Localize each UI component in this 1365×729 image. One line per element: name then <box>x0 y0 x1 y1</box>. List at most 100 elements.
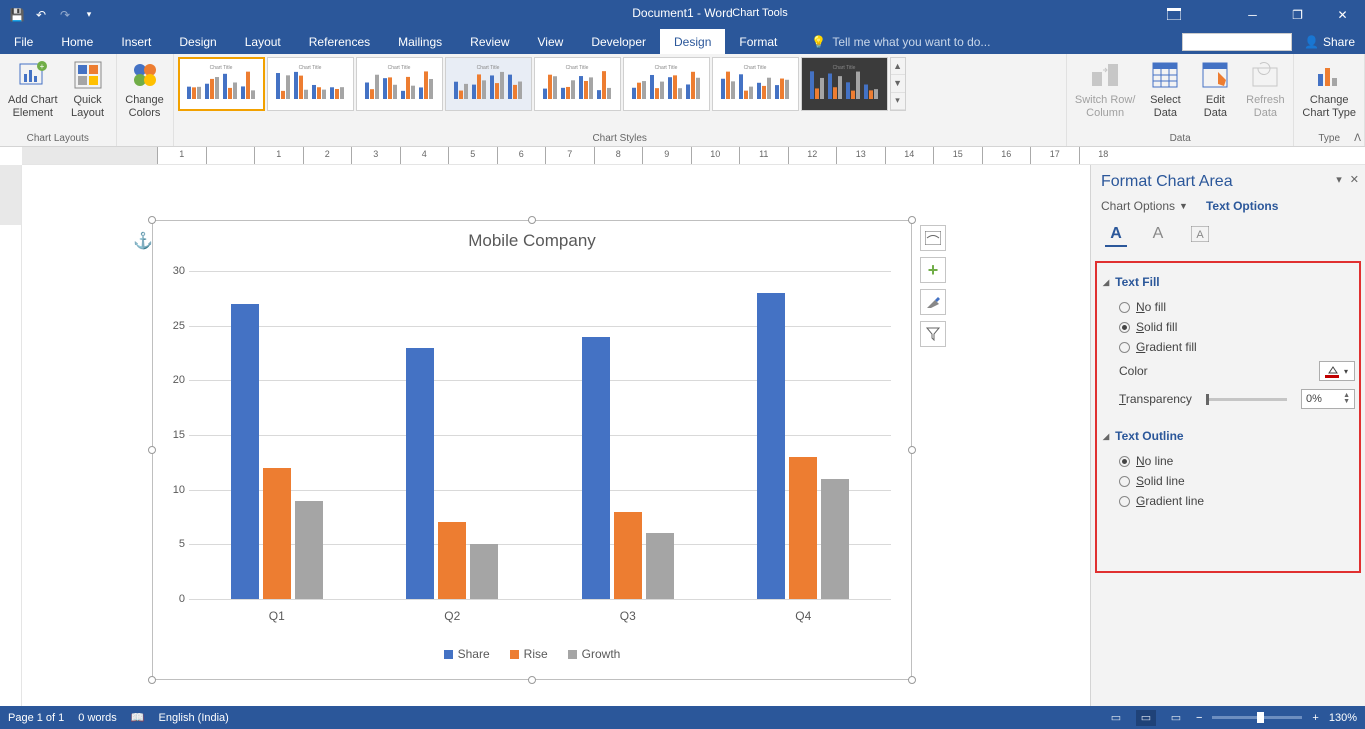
bar-rise-q3[interactable] <box>614 512 642 599</box>
resize-handle-nw[interactable] <box>148 216 156 224</box>
document-page[interactable]: ⚓ Mobile Company 051015202530 Q1Q2Q3Q4 S… <box>22 165 1090 706</box>
chart-style-5[interactable]: Chart Title <box>534 57 621 111</box>
word-count[interactable]: 0 words <box>78 712 117 724</box>
collapse-ribbon-icon[interactable]: ᐱ <box>1354 133 1361 144</box>
chart-style-8[interactable]: Chart Title <box>801 57 888 111</box>
pane-options-icon[interactable]: ▾ <box>1336 173 1342 186</box>
chart-style-3[interactable]: Chart Title <box>356 57 443 111</box>
select-data-button[interactable]: Select Data <box>1141 57 1189 122</box>
transparency-slider[interactable] <box>1206 398 1287 401</box>
bar-share-q2[interactable] <box>406 348 434 599</box>
legend-share[interactable]: Share <box>444 647 490 661</box>
spell-check-icon[interactable]: 📖 <box>131 711 145 724</box>
tab-home[interactable]: Home <box>47 29 107 54</box>
tell-me-search[interactable]: 💡 Tell me what you want to do... <box>791 29 990 54</box>
bar-share-q3[interactable] <box>582 337 610 599</box>
share-button[interactable]: 👤 Share <box>1298 35 1361 49</box>
tab-insert[interactable]: Insert <box>107 29 165 54</box>
bar-growth-q4[interactable] <box>821 479 849 599</box>
zoom-slider[interactable] <box>1212 716 1302 719</box>
legend-rise[interactable]: Rise <box>510 647 548 661</box>
pane-close-icon[interactable]: ✕ <box>1350 173 1359 186</box>
minimize-button[interactable]: ─ <box>1230 0 1275 29</box>
change-chart-type-button[interactable]: Change Chart Type <box>1298 57 1360 122</box>
zoom-level[interactable]: 130% <box>1329 712 1357 724</box>
chart-title[interactable]: Mobile Company <box>153 221 911 257</box>
search-box[interactable] <box>1182 33 1292 51</box>
gradient-line-radio[interactable]: Gradient line <box>1101 491 1355 511</box>
chart-filters-button[interactable] <box>920 321 946 347</box>
bar-growth-q1[interactable] <box>295 501 323 599</box>
solid-fill-radio[interactable]: Solid fill <box>1101 317 1355 337</box>
add-chart-element-button[interactable]: + Add Chart Element <box>4 57 62 122</box>
resize-handle-se[interactable] <box>908 676 916 684</box>
restore-button[interactable]: ❐ <box>1275 0 1320 29</box>
text-fill-outline-icon[interactable]: A <box>1105 225 1127 247</box>
tab-design[interactable]: Design <box>165 29 230 54</box>
tab-layout[interactable]: Layout <box>231 29 295 54</box>
horizontal-ruler[interactable]: 1123456789101112131415161718 <box>22 147 1365 165</box>
bar-share-q4[interactable] <box>757 293 785 599</box>
vertical-ruler[interactable] <box>0 165 22 706</box>
change-colors-button[interactable]: Change Colors <box>121 57 169 122</box>
quick-layout-button[interactable]: Quick Layout <box>64 57 112 122</box>
tab-review[interactable]: Review <box>456 29 523 54</box>
read-mode-icon[interactable]: ▭ <box>1106 710 1126 726</box>
text-options-tab[interactable]: Text Options <box>1206 199 1278 213</box>
text-fill-section[interactable]: Text Fill <box>1103 275 1355 289</box>
resize-handle-w[interactable] <box>148 446 156 454</box>
tab-mailings[interactable]: Mailings <box>384 29 456 54</box>
zoom-out-button[interactable]: − <box>1196 712 1202 724</box>
page-status[interactable]: Page 1 of 1 <box>8 712 64 724</box>
chart-styles-button[interactable] <box>920 289 946 315</box>
bar-rise-q1[interactable] <box>263 468 291 599</box>
close-button[interactable]: ✕ <box>1320 0 1365 29</box>
resize-handle-sw[interactable] <box>148 676 156 684</box>
bar-rise-q4[interactable] <box>789 457 817 599</box>
chart-style-1[interactable]: Chart Title <box>178 57 265 111</box>
qat-customize-icon[interactable]: ▾ <box>78 4 100 26</box>
plot-area[interactable]: 051015202530 <box>189 271 891 599</box>
tab-chart-format[interactable]: Format <box>725 29 791 54</box>
undo-icon[interactable]: ↶ <box>30 4 52 26</box>
chart-legend[interactable]: Share Rise Growth <box>153 647 911 661</box>
tab-chart-design[interactable]: Design <box>660 29 725 54</box>
no-fill-radio[interactable]: No fill <box>1101 297 1355 317</box>
ribbon-display-options-icon[interactable] <box>1163 3 1185 25</box>
legend-growth[interactable]: Growth <box>568 647 621 661</box>
chart-style-6[interactable]: Chart Title <box>623 57 710 111</box>
resize-handle-s[interactable] <box>528 676 536 684</box>
bar-share-q1[interactable] <box>231 304 259 599</box>
chart-style-2[interactable]: Chart Title <box>267 57 354 111</box>
zoom-in-button[interactable]: + <box>1312 712 1318 724</box>
tab-developer[interactable]: Developer <box>577 29 660 54</box>
gradient-fill-radio[interactable]: Gradient fill <box>1101 337 1355 357</box>
chart-style-7[interactable]: Chart Title <box>712 57 799 111</box>
text-outline-section[interactable]: Text Outline <box>1103 429 1355 443</box>
gallery-scroll[interactable]: ▲▼▾ <box>890 57 906 111</box>
chart-object[interactable]: ⚓ Mobile Company 051015202530 Q1Q2Q3Q4 S… <box>152 220 912 680</box>
chart-elements-button[interactable]: + <box>920 257 946 283</box>
tab-references[interactable]: References <box>295 29 384 54</box>
bar-growth-q2[interactable] <box>470 544 498 599</box>
save-icon[interactable]: 💾 <box>6 4 28 26</box>
no-line-radio[interactable]: No line <box>1101 451 1355 471</box>
print-layout-icon[interactable]: ▭ <box>1136 710 1156 726</box>
tab-view[interactable]: View <box>524 29 578 54</box>
resize-handle-n[interactable] <box>528 216 536 224</box>
bar-growth-q3[interactable] <box>646 533 674 599</box>
transparency-input[interactable]: 0%▲▼ <box>1301 389 1355 409</box>
chart-style-4[interactable]: Chart Title <box>445 57 532 111</box>
resize-handle-e[interactable] <box>908 446 916 454</box>
solid-line-radio[interactable]: Solid line <box>1101 471 1355 491</box>
tab-file[interactable]: File <box>0 29 47 54</box>
web-layout-icon[interactable]: ▭ <box>1166 710 1186 726</box>
color-picker[interactable]: ▾ <box>1319 361 1355 381</box>
layout-options-button[interactable] <box>920 225 946 251</box>
bar-rise-q2[interactable] <box>438 522 466 599</box>
chart-options-tab[interactable]: Chart Options▼ <box>1101 199 1188 213</box>
textbox-icon[interactable]: A <box>1189 225 1211 247</box>
text-effects-icon[interactable]: A <box>1147 225 1169 247</box>
redo-icon[interactable]: ↷ <box>54 4 76 26</box>
edit-data-button[interactable]: Edit Data <box>1191 57 1239 122</box>
